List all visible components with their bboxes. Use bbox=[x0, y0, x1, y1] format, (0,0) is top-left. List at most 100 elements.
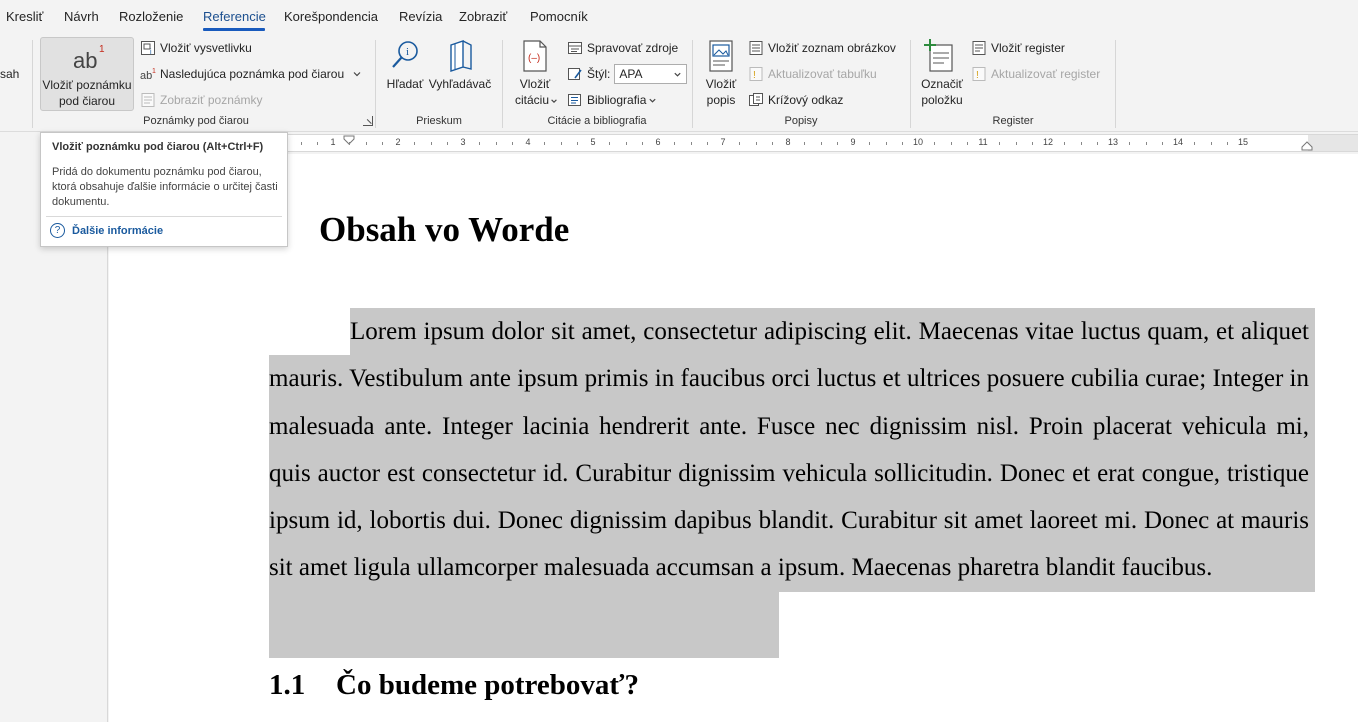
ruler-number: 7 bbox=[720, 137, 726, 147]
tab-korespondencia[interactable]: Korešpondencia bbox=[284, 9, 378, 24]
table-of-contents-button-partial[interactable]: sah bbox=[0, 64, 19, 84]
ruler-tick bbox=[511, 142, 513, 145]
ruler-tick bbox=[479, 142, 481, 145]
svg-text:1: 1 bbox=[152, 68, 156, 75]
ruler-tick bbox=[544, 142, 546, 145]
footnote-icon: ab 1 bbox=[73, 44, 105, 73]
insert-footnote-tooltip: Vložiť poznámku pod čiarou (Alt+Ctrl+F) … bbox=[40, 132, 288, 247]
tab-rozlozenie[interactable]: Rozloženie bbox=[119, 9, 183, 24]
manage-sources-icon bbox=[568, 42, 582, 54]
style-dropdown[interactable]: APA bbox=[614, 64, 688, 84]
update-table-button[interactable]: ! Aktualizovať tabuľku bbox=[748, 64, 877, 84]
next-footnote-icon: ab 1 bbox=[140, 68, 156, 82]
show-notes-icon bbox=[141, 93, 155, 107]
mark-entry-label-line2: položku bbox=[921, 93, 963, 107]
mark-entry-label-line1: Označiť bbox=[921, 77, 963, 91]
right-indent-marker[interactable] bbox=[1301, 141, 1313, 151]
manage-sources-label: Spravovať zdroje bbox=[587, 41, 679, 55]
search-icon: i bbox=[392, 41, 418, 68]
update-index-button[interactable]: ! Aktualizovať register bbox=[971, 64, 1100, 84]
tab-kreslit[interactable]: Kresliť bbox=[6, 9, 43, 24]
index-group-label: Register bbox=[992, 115, 1034, 127]
ruler-number: 14 bbox=[1172, 137, 1184, 147]
ruler-tick bbox=[381, 142, 383, 145]
chevron-down-icon bbox=[353, 72, 361, 77]
insert-endnote-label: Vložiť vysvetlivku bbox=[160, 41, 252, 55]
ruler-number: 9 bbox=[850, 137, 856, 147]
selected-paragraph[interactable]: Lorem ipsum dolor sit amet, consectetur … bbox=[269, 308, 1309, 592]
document-title: Obsah vo Worde bbox=[319, 210, 570, 249]
tab-referencie[interactable]: Referencie bbox=[203, 9, 266, 24]
insert-footnote-button[interactable]: ab 1 Vložiť poznámku pod čiarou bbox=[40, 37, 134, 111]
selection-highlight bbox=[269, 591, 779, 658]
bibliography-button[interactable]: Bibliografia bbox=[567, 90, 657, 110]
researcher-button[interactable]: Vyhľadávač bbox=[427, 37, 493, 111]
ruler-tick bbox=[560, 142, 562, 145]
ruler-tick bbox=[690, 142, 692, 145]
show-notes-button[interactable]: Zobraziť poznámky bbox=[140, 90, 263, 110]
ruler-number: 8 bbox=[785, 137, 791, 147]
ruler-number: 5 bbox=[590, 137, 596, 147]
svg-text:ab: ab bbox=[140, 70, 152, 82]
group-separator bbox=[1115, 40, 1116, 128]
insert-index-icon bbox=[972, 41, 986, 55]
insert-table-of-figures-label: Vložiť zoznam obrázkov bbox=[768, 41, 896, 55]
ruler-number: 13 bbox=[1107, 137, 1119, 147]
next-footnote-button[interactable]: ab 1 Nasledujúca poznámka pod čiarou bbox=[140, 64, 362, 84]
svg-text:i: i bbox=[406, 46, 409, 58]
ruler-tick bbox=[934, 142, 936, 145]
cross-reference-button[interactable]: Krížový odkaz bbox=[748, 90, 843, 110]
help-icon: ? bbox=[50, 223, 65, 238]
ruler-tick bbox=[706, 142, 708, 145]
tab-zobrazit[interactable]: Zobraziť bbox=[459, 9, 507, 24]
ruler-tick bbox=[1080, 142, 1082, 145]
ruler-tick bbox=[869, 142, 871, 145]
ruler-tick bbox=[674, 142, 676, 145]
footnotes-dialog-launcher[interactable] bbox=[363, 116, 373, 126]
update-table-icon: ! bbox=[749, 67, 763, 81]
ruler-tick bbox=[1129, 142, 1131, 145]
chevron-down-icon bbox=[551, 99, 557, 103]
ribbon-tabs: Kresliť Návrh Rozloženie Referencie Kore… bbox=[0, 0, 1358, 34]
more-info-link[interactable]: ? Ďalšie informácie bbox=[50, 223, 163, 238]
ruler-tick bbox=[446, 142, 448, 145]
ruler-tick bbox=[804, 142, 806, 145]
ruler-number: 1 bbox=[330, 137, 336, 147]
mark-entry-button[interactable]: Označiť položku bbox=[916, 37, 968, 111]
ruler-tick bbox=[495, 142, 497, 145]
document-page[interactable]: Obsah vo Worde Lorem ipsum dolor sit ame… bbox=[109, 154, 1358, 722]
ruler-number: 6 bbox=[655, 137, 661, 147]
insert-citation-label-line1: Vložiť bbox=[519, 77, 551, 91]
horizontal-ruler[interactable]: 1 2 3 4 5 6 7 8 9 10 11 12 13 14 15 bbox=[108, 134, 1358, 152]
ruler-tick bbox=[625, 142, 627, 145]
manage-sources-button[interactable]: Spravovať zdroje bbox=[567, 38, 678, 58]
footnote-icon-text: ab bbox=[73, 48, 97, 73]
insert-footnote-label-line1: Vložiť poznámku bbox=[42, 78, 132, 92]
style-selector: Štýl: APA bbox=[567, 64, 688, 84]
group-separator bbox=[375, 40, 376, 128]
ruler-number: 4 bbox=[525, 137, 531, 147]
ruler-tick bbox=[1161, 142, 1163, 145]
search-button[interactable]: i Hľadať bbox=[383, 37, 427, 111]
ruler-tick bbox=[316, 142, 318, 145]
insert-endnote-button[interactable]: i Vložiť vysvetlivku bbox=[140, 38, 252, 58]
tab-pomocnik[interactable]: Pomocník bbox=[530, 9, 588, 24]
ruler-number: 11 bbox=[978, 137, 988, 147]
next-footnote-label: Nasledujúca poznámka pod čiarou bbox=[160, 67, 345, 81]
insert-table-of-figures-button[interactable]: Vložiť zoznam obrázkov bbox=[748, 38, 896, 58]
ruler-right-margin bbox=[1308, 135, 1358, 151]
insert-caption-button[interactable]: Vložiť popis bbox=[700, 37, 742, 111]
ruler-number: 2 bbox=[395, 137, 401, 147]
ruler-tick bbox=[1145, 142, 1147, 145]
tab-navrh[interactable]: Návrh bbox=[64, 9, 99, 24]
update-table-label: Aktualizovať tabuľku bbox=[768, 67, 877, 81]
ruler-tick bbox=[966, 142, 968, 145]
tab-revizia[interactable]: Revízia bbox=[399, 9, 442, 24]
group-separator bbox=[32, 40, 33, 128]
ruler-tick bbox=[1226, 142, 1228, 145]
ruler-number: 10 bbox=[912, 137, 924, 147]
insert-citation-button[interactable]: (–) Vložiť citáciu bbox=[508, 37, 562, 111]
insert-index-button[interactable]: Vložiť register bbox=[971, 38, 1065, 58]
tooltip-description: Pridá do dokumentu poznámku pod čiarou, … bbox=[52, 166, 278, 208]
cross-reference-icon bbox=[749, 93, 763, 106]
